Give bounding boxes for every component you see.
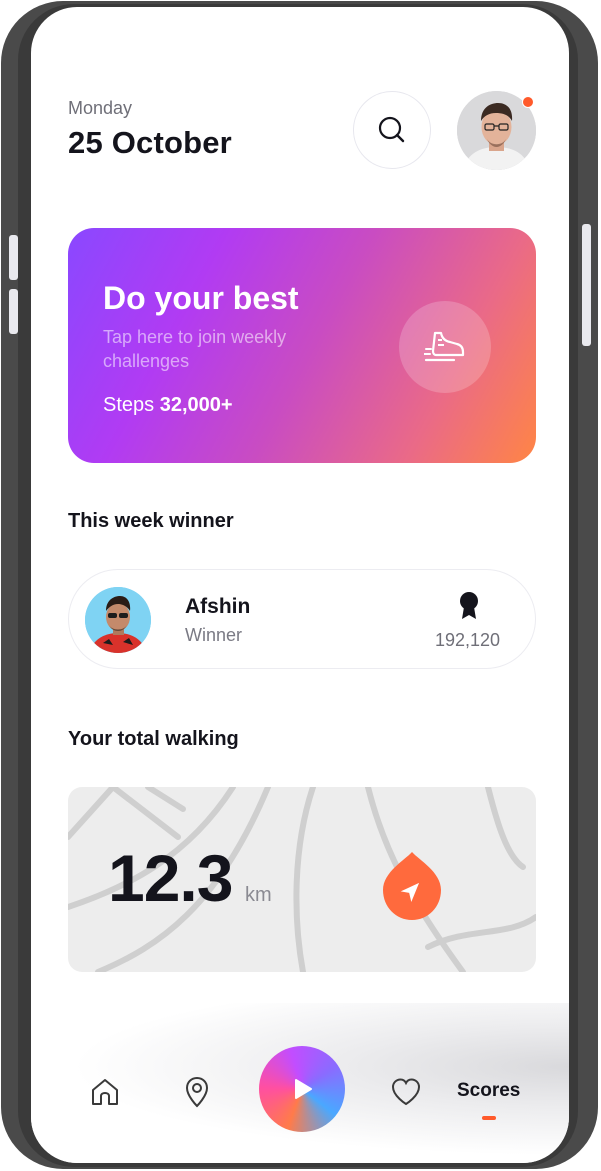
promo-steps: Steps 32,000+ bbox=[103, 394, 233, 417]
winner-role: Winner bbox=[185, 625, 243, 645]
promo-subtitle: Tap here to join weekly challenges bbox=[103, 327, 287, 371]
winner-score: 192,120 bbox=[435, 630, 501, 650]
winner-section-title: This week winner bbox=[68, 510, 234, 532]
active-tab-indicator bbox=[482, 1116, 496, 1120]
location-pin-icon[interactable] bbox=[379, 850, 445, 926]
header-date: 25 October bbox=[68, 125, 232, 160]
search-button[interactable] bbox=[353, 91, 431, 169]
phone-mockup: Monday 25 October Do your best Tap here … bbox=[0, 0, 601, 1171]
nav-favorites[interactable] bbox=[387, 1073, 425, 1111]
winner-card[interactable]: Afshin Winner 192,120 bbox=[68, 569, 536, 669]
location-icon bbox=[185, 1076, 209, 1108]
heart-icon bbox=[391, 1078, 421, 1106]
volume-up-button bbox=[9, 235, 18, 280]
nav-scores[interactable]: Scores bbox=[457, 1080, 520, 1102]
promo-title: Do your best bbox=[103, 280, 299, 316]
nav-home[interactable] bbox=[86, 1073, 124, 1111]
promo-steps-value: 32,000+ bbox=[159, 394, 233, 416]
volume-down-button bbox=[9, 289, 18, 334]
shoe-icon-badge bbox=[399, 301, 491, 393]
walking-distance-unit: km bbox=[245, 884, 272, 906]
walking-distance-value: 12.3 bbox=[108, 841, 233, 915]
winner-avatar bbox=[85, 587, 151, 653]
notification-dot bbox=[522, 96, 534, 108]
app-screen: Monday 25 October Do your best Tap here … bbox=[31, 7, 569, 1163]
header-day: Monday bbox=[68, 98, 133, 118]
play-button[interactable] bbox=[259, 1046, 345, 1132]
search-icon bbox=[378, 116, 405, 143]
walking-section-title: Your total walking bbox=[68, 728, 239, 750]
running-shoe-icon bbox=[424, 331, 465, 362]
winner-name: Afshin bbox=[185, 595, 251, 618]
winner-photo bbox=[85, 587, 151, 653]
weekly-challenge-card[interactable]: Do your best Tap here to join weekly cha… bbox=[68, 228, 536, 463]
promo-steps-label: Steps bbox=[103, 394, 155, 416]
nav-location[interactable] bbox=[178, 1073, 216, 1111]
home-icon bbox=[92, 1079, 118, 1105]
medal-icon bbox=[460, 592, 478, 619]
walking-map-card[interactable]: 12.3 km bbox=[68, 787, 536, 972]
power-button bbox=[582, 224, 591, 346]
play-icon bbox=[295, 1079, 312, 1099]
